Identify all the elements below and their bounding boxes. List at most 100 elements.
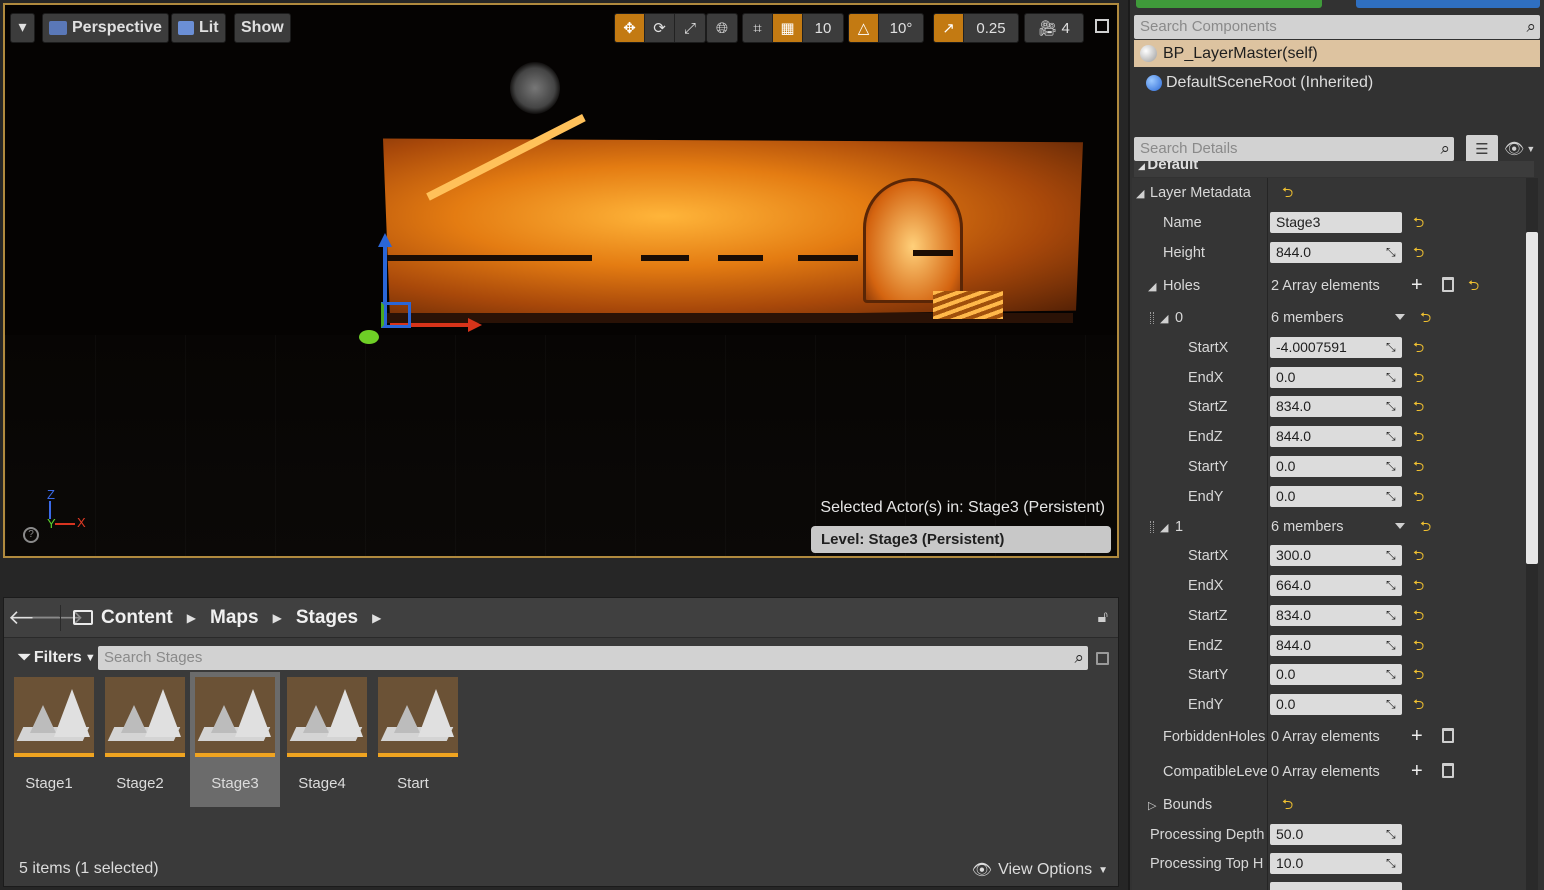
- search-icon[interactable]: ⌕: [1526, 15, 1536, 39]
- drag-value-icon[interactable]: ⤡: [1386, 340, 1398, 354]
- name-field[interactable]: Stage3: [1270, 212, 1402, 233]
- show-button[interactable]: Show: [234, 13, 291, 43]
- scale-snap-icon[interactable]: ↗: [934, 14, 964, 42]
- breadcrumb-content[interactable]: Content: [101, 607, 173, 629]
- add-element-icon[interactable]: +: [1411, 725, 1423, 747]
- expanded-triangle-icon[interactable]: ◢: [1160, 312, 1168, 325]
- reset-to-default-icon[interactable]: ⮌: [1413, 637, 1425, 653]
- hole0-endz-field[interactable]: 844.0 ⤡: [1270, 426, 1402, 447]
- rotation-snap-value[interactable]: 10°: [879, 14, 923, 42]
- search-components-input[interactable]: Search Components ⌕: [1134, 15, 1540, 39]
- drag-value-icon[interactable]: ⤡: [1386, 370, 1398, 384]
- reset-to-default-icon[interactable]: ⮌: [1468, 277, 1480, 293]
- breadcrumb-maps[interactable]: Maps: [210, 607, 259, 629]
- next-field-partial[interactable]: [1270, 882, 1402, 890]
- drag-value-icon[interactable]: ⤡: [1386, 638, 1398, 652]
- drag-value-icon[interactable]: ⤡: [1386, 827, 1398, 841]
- prop-layer-metadata[interactable]: ◢ Layer Metadata ⮌: [1132, 178, 1528, 208]
- asset-stage2[interactable]: Stage2: [95, 672, 185, 807]
- breadcrumb-arrow-icon[interactable]: ▶: [187, 611, 196, 625]
- help-icon[interactable]: ?: [23, 527, 39, 543]
- scale-tool-icon[interactable]: ⤢: [675, 14, 705, 42]
- drag-value-icon[interactable]: ⤡: [1386, 578, 1398, 592]
- rotation-snap-icon[interactable]: △: [849, 14, 879, 42]
- hole1-startz-field[interactable]: 834.0 ⤡: [1270, 605, 1402, 626]
- drag-value-icon[interactable]: ⤡: [1386, 245, 1398, 259]
- asset-stage1[interactable]: Stage1: [4, 672, 94, 807]
- reset-to-default-icon[interactable]: ⮌: [1413, 214, 1425, 230]
- hole1-endz-field[interactable]: 844.0 ⤡: [1270, 635, 1402, 656]
- details-scrollbar-thumb[interactable]: [1526, 232, 1538, 564]
- reset-to-default-icon[interactable]: ⮌: [1413, 666, 1425, 682]
- perspective-button[interactable]: Perspective: [42, 13, 169, 43]
- search-icon[interactable]: ⌕: [1440, 137, 1450, 161]
- reset-to-default-icon[interactable]: ⮌: [1413, 547, 1425, 563]
- reset-to-default-icon[interactable]: ⮌: [1413, 369, 1425, 385]
- drag-value-icon[interactable]: ⤡: [1386, 459, 1398, 473]
- component-default-scene-root[interactable]: DefaultSceneRoot (Inherited): [1146, 74, 1373, 92]
- visibility-filter-button[interactable]: 👁︎ ▼: [1504, 139, 1540, 159]
- processing-top-field[interactable]: 10.0 ⤡: [1270, 853, 1402, 874]
- search-icon[interactable]: ⌕: [1074, 646, 1084, 670]
- maximize-viewport-icon[interactable]: [1095, 19, 1109, 33]
- drag-value-icon[interactable]: ⤡: [1386, 429, 1398, 443]
- reset-to-default-icon[interactable]: ⮌: [1420, 518, 1432, 534]
- view-options-button[interactable]: 👁︎ View Options ▼: [972, 860, 1108, 880]
- back-arrow-icon[interactable]: 🡐: [8, 605, 62, 630]
- asset-stage3[interactable]: Stage3: [190, 672, 280, 807]
- hole1-endy-field[interactable]: 0.0 ⤡: [1270, 694, 1402, 715]
- expanded-triangle-icon[interactable]: ◢: [1160, 521, 1168, 534]
- reset-to-default-icon[interactable]: ⮌: [1413, 428, 1425, 444]
- search-details-input[interactable]: Search Details ⌕: [1134, 137, 1454, 161]
- viewport-options-button[interactable]: ▾: [10, 13, 35, 43]
- prop-hole-0[interactable]: ◢ 0 6 members ⮌: [1132, 303, 1528, 333]
- trash-icon[interactable]: [1442, 763, 1454, 778]
- reset-to-default-icon[interactable]: ⮌: [1413, 488, 1425, 504]
- lock-icon[interactable]: 🔓︎: [1098, 609, 1108, 627]
- hole1-startx-field[interactable]: 300.0 ⤡: [1270, 545, 1402, 566]
- processing-depth-field[interactable]: 50.0 ⤡: [1270, 824, 1402, 845]
- camera-speed-button[interactable]: 🎥︎ 4: [1025, 14, 1083, 42]
- edit-blueprint-button[interactable]: [1356, 0, 1540, 8]
- drag-value-icon[interactable]: ⤡: [1386, 697, 1398, 711]
- hole0-startz-field[interactable]: 834.0 ⤡: [1270, 396, 1402, 417]
- drag-value-icon[interactable]: ⤡: [1386, 548, 1398, 562]
- chevron-down-icon[interactable]: [1395, 314, 1405, 320]
- expanded-triangle-icon[interactable]: ◢: [1148, 280, 1156, 293]
- breadcrumb-arrow-icon[interactable]: ▶: [372, 611, 381, 625]
- folder-icon[interactable]: [73, 610, 93, 625]
- reset-to-default-icon[interactable]: ⮌: [1413, 607, 1425, 623]
- forward-arrow-icon[interactable]: 🡒: [30, 605, 84, 630]
- prop-holes[interactable]: ◢ Holes 2 Array elements + ⮌: [1132, 271, 1528, 301]
- filters-button[interactable]: ⏷ Filters ▼: [18, 649, 98, 667]
- drag-value-icon[interactable]: ⤡: [1386, 856, 1398, 870]
- drag-handle-icon[interactable]: [1150, 312, 1154, 324]
- lit-button[interactable]: Lit: [171, 13, 226, 43]
- reset-to-default-icon[interactable]: ⮌: [1420, 309, 1432, 325]
- hole0-starty-field[interactable]: 0.0 ⤡: [1270, 456, 1402, 477]
- reset-to-default-icon[interactable]: ⮌: [1413, 339, 1425, 355]
- reset-to-default-icon[interactable]: ⮌: [1413, 458, 1425, 474]
- scale-snap-value[interactable]: 0.25: [964, 14, 1018, 42]
- component-self-row[interactable]: BP_LayerMaster(self): [1134, 40, 1540, 67]
- hole0-endy-field[interactable]: 0.0 ⤡: [1270, 486, 1402, 507]
- add-element-icon[interactable]: +: [1411, 274, 1423, 296]
- drag-value-icon[interactable]: ⤡: [1386, 608, 1398, 622]
- drag-value-icon[interactable]: ⤡: [1386, 489, 1398, 503]
- reset-to-default-icon[interactable]: ⮌: [1413, 577, 1425, 593]
- prop-hole-1[interactable]: ◢ 1 6 members ⮌: [1132, 512, 1528, 542]
- height-field[interactable]: 844.0 ⤡: [1270, 242, 1402, 263]
- property-matrix-button[interactable]: ☰: [1466, 135, 1498, 163]
- breadcrumb-stages[interactable]: Stages: [296, 607, 358, 629]
- gizmo-y-handle[interactable]: [359, 330, 379, 344]
- search-stages-input[interactable]: Search Stages ⌕: [98, 646, 1088, 670]
- grid-snap-icon[interactable]: ▦: [773, 14, 803, 42]
- drag-handle-icon[interactable]: [1150, 521, 1154, 533]
- drag-value-icon[interactable]: ⤡: [1386, 399, 1398, 413]
- expanded-triangle-icon[interactable]: ◢: [1136, 187, 1144, 200]
- reset-to-default-icon[interactable]: ⮌: [1282, 796, 1294, 812]
- surface-snap-icon[interactable]: ⌗: [743, 14, 773, 42]
- reset-to-default-icon[interactable]: ⮌: [1413, 696, 1425, 712]
- prop-bounds[interactable]: ▷ Bounds ⮌: [1132, 790, 1528, 820]
- trash-icon[interactable]: [1442, 277, 1454, 292]
